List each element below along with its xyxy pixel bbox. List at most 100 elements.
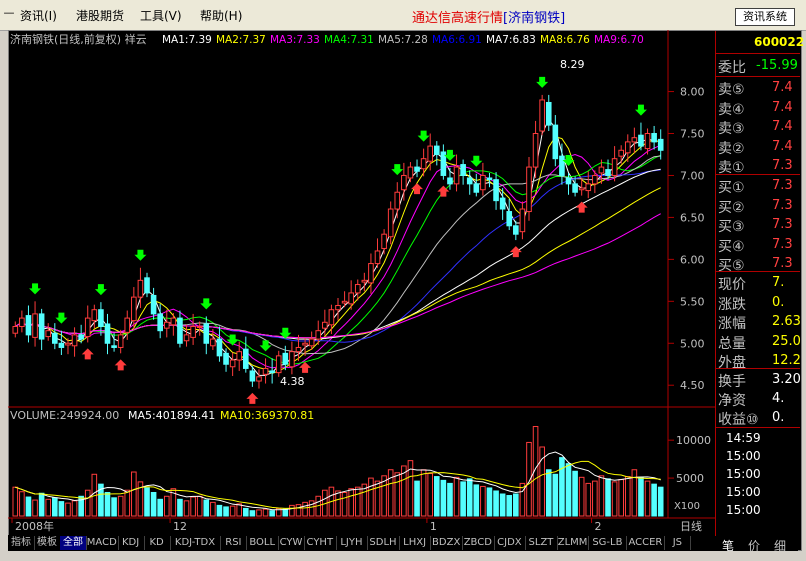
indicator-tab[interactable]: KDJ-TDX [170,536,222,550]
volume-bar [131,471,137,517]
divider [716,271,800,272]
stat-label: 收益⑩ [718,412,759,428]
candle-body [598,166,605,174]
tab-ticks[interactable]: 笔 [722,537,734,554]
tab-price[interactable]: 价 [748,537,760,554]
indicator-tab[interactable]: ZLMM [557,536,590,550]
candle-body [262,367,269,375]
volume-bar [341,491,348,517]
indicator-tab[interactable]: 全部 [60,536,87,550]
candle-body [269,370,275,374]
volume-bar [644,480,651,517]
volume-bar [618,479,624,517]
volume-bar [460,481,466,517]
minimize-icon[interactable]: — [2,5,16,21]
indicator-tab[interactable]: KD [144,536,171,550]
candle-body [137,279,144,298]
indicator-tab[interactable]: CYW [278,536,305,550]
indicator-tab[interactable]: LJYH [336,536,369,550]
volume-bar [65,502,71,517]
menu-item-help[interactable]: 帮助(H) [200,7,242,24]
candle-body [572,183,578,193]
indicator-tab[interactable]: CYHT [304,536,337,550]
indicator-tab[interactable]: RSI [220,536,248,550]
candle-body [387,208,394,238]
period-label: 日线 [680,519,702,533]
green-arrow-icon [134,249,147,261]
candle-body [361,279,368,283]
candle-body [210,338,216,347]
volume-bar [216,504,223,517]
indicator-tab[interactable]: CJDX [494,536,527,550]
quote-value: 7. [772,275,785,290]
candle-body [354,284,361,294]
quote-value: 2.63 [772,314,801,329]
menu-item-news[interactable]: 资讯(I) [20,7,57,24]
volume-bar [196,495,203,517]
indicator-tab[interactable]: ACCER [626,536,666,550]
candle-body [374,250,381,265]
volume-bar [565,463,572,517]
indicator-tab[interactable]: SDLH [367,536,400,550]
indicator-tab[interactable]: ZBCD [462,536,495,550]
candle-body [104,323,111,344]
candle-body [631,137,638,143]
candle-body [236,351,243,361]
volume-tick-label: 5000 [676,472,704,485]
ma-label-6: MA6:6.91 [432,34,482,46]
quote-panel: 600022 委比 -15.99 卖⑤ 7.4 卖④ 7.4 卖③ 7.4 卖② 7.4 卖① 7… [715,31,804,553]
candle-body [84,317,91,338]
high-annotation: 8.29 [560,58,585,71]
candle-body [117,334,124,348]
volume-bar [433,476,440,517]
stock-code: 600022 [754,35,805,49]
indicator-tab[interactable]: MACD [86,536,119,550]
app-title-text: 通达信高速行情 [412,11,504,26]
indicator-tab[interactable]: LHXJ [399,536,432,550]
x-tick-label: 12 [173,520,187,533]
quote-label: 总量 [718,335,746,352]
menu-item-hk-futures[interactable]: 港股期货 [76,7,124,24]
menu-item-tools[interactable]: 工具(V) [140,7,182,24]
volume-bar [631,469,638,517]
volume-bar [117,495,124,517]
buy-level-value: 7.3 [772,178,793,193]
indicator-tab[interactable]: SG-LB [588,536,628,550]
stock-chart[interactable]: 济南钢铁(日线,前复权) 祥云 MA1:7.39 MA2:7.37 MA3:7.33… [8,30,715,535]
volume-bar [624,476,631,517]
indicator-tabs: 指标 模板 全部 MACD KDJ KD KDJ-TDX RSI BOLL CYW CYHT LJYH… [8,535,798,551]
candle-body [65,342,71,346]
low-annotation: 4.38 [280,375,305,388]
candle-body [157,313,163,332]
volume-bar [150,491,157,517]
y-tick-label: 8.00 [680,86,705,99]
price-grid: 8.00 7.50 7.00 6.50 6.00 5.50 5.00 4.50 [668,86,705,392]
news-system-button[interactable]: 资讯系统 [735,8,795,26]
candle-body [605,169,611,176]
indicator-tab[interactable]: KDJ [118,536,145,550]
candle-body [203,323,210,344]
volume-bar [289,504,295,517]
indicator-tab[interactable]: 指标 [8,536,35,550]
indicator-tab[interactable]: SLZT [525,536,558,550]
indicator-tab[interactable]: JS [664,536,692,550]
volume-bar [190,496,196,517]
indicator-tab[interactable]: BOLL [246,536,279,550]
candle-body [624,141,631,154]
sell-level-value: 7.4 [772,80,793,95]
candle-body [223,352,229,365]
indicator-tab[interactable]: 模板 [34,536,61,550]
buy-level-value: 7.3 [772,236,793,252]
candle-body [401,174,407,191]
candle-body [493,179,499,202]
indicator-tab[interactable]: BDZX [430,536,463,550]
y-tick-label: 7.50 [680,128,705,141]
candle-body [229,359,236,368]
tab-detail[interactable]: 细 [774,537,786,554]
sell-level-value: 7.4 [772,138,793,154]
candle-body [216,338,223,357]
volume-bar [638,476,644,517]
green-arrow-icon [634,104,647,116]
candle-body [45,330,52,338]
candle-body [394,191,401,210]
